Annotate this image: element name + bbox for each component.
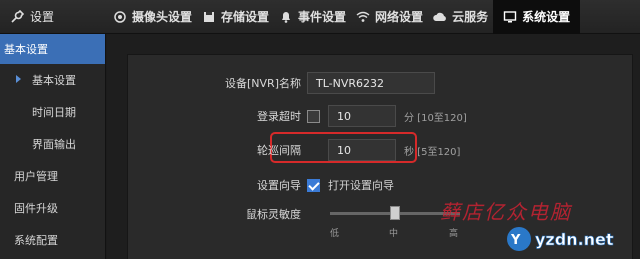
login-timeout-hint: 分 [10至120] xyxy=(404,112,467,124)
login-timeout-input[interactable]: 10 xyxy=(328,105,396,127)
sensitivity-slider-thumb[interactable] xyxy=(390,206,400,220)
login-timeout-row: 登录超时 10 分 [10至120] xyxy=(207,105,467,127)
svg-text:Y: Y xyxy=(510,233,521,248)
brand-label: 设置 xyxy=(30,10,55,24)
slider-tick-low: 低 xyxy=(330,229,340,239)
sidebar-item-label: 界面输出 xyxy=(32,138,76,151)
monitor-icon xyxy=(503,10,517,24)
watermark-text: 藓店亿众电脑 xyxy=(440,200,572,224)
mouse-sensitivity-label: 鼠标灵敏度 xyxy=(246,208,301,221)
patrol-interval-input[interactable]: 10 xyxy=(328,139,396,161)
caret-right-icon xyxy=(16,75,21,83)
patrol-interval-row: 轮巡间隔 10 秒 [5至120] xyxy=(207,139,460,161)
floppy-icon xyxy=(202,10,216,24)
wifi-icon xyxy=(356,10,370,24)
device-name-label: 设备[NVR]名称 xyxy=(225,77,301,90)
patrol-interval-hint: 秒 [5至120] xyxy=(404,146,461,158)
tab-label: 网络设置 xyxy=(375,10,424,24)
sidebar-item-label: 基本设置 xyxy=(32,74,76,87)
tab-event-settings[interactable]: 事件设置 xyxy=(274,0,351,34)
sidebar-item-user-management[interactable]: 用户管理 xyxy=(0,160,105,192)
tab-storage-settings[interactable]: 存储设置 xyxy=(197,0,274,34)
device-name-row: 设备[NVR]名称 TL-NVR6232 xyxy=(207,72,435,94)
sidebar-item-basic-settings[interactable]: 基本设置 xyxy=(0,64,105,96)
sidebar-item-label: 固件升级 xyxy=(14,202,58,215)
login-timeout-label: 登录超时 xyxy=(257,110,301,123)
tab-label: 系统设置 xyxy=(522,10,571,24)
login-timeout-checkbox[interactable] xyxy=(307,109,320,123)
sidebar-item-label: 用户管理 xyxy=(14,170,58,183)
wizard-row: 设置向导 打开设置向导 xyxy=(207,177,394,193)
top-nav-bar: 设置 摄像头设置 存储设置 事件设置 网络设置 云服务 系统设置 xyxy=(0,0,640,34)
cloud-icon xyxy=(433,10,447,24)
sidebar-item-label: 时间日期 xyxy=(32,106,76,119)
wizard-checkbox[interactable] xyxy=(307,178,320,192)
tab-label: 存储设置 xyxy=(221,10,270,24)
bell-icon xyxy=(279,10,293,24)
watermark-logo: Y yzdn.net xyxy=(505,224,635,254)
settings-brand: 设置 xyxy=(0,0,108,34)
wrench-icon xyxy=(10,9,24,24)
wizard-label: 设置向导 xyxy=(257,179,301,192)
sidebar-item-label: 系统配置 xyxy=(14,234,58,247)
wizard-checkbox-label: 打开设置向导 xyxy=(328,179,394,192)
camera-icon xyxy=(113,10,127,24)
sidebar-item-system-config[interactable]: 系统配置 xyxy=(0,224,105,256)
tab-system-settings[interactable]: 系统设置 xyxy=(493,0,581,34)
sidebar: 基本设置 基本设置 时间日期 界面输出 用户管理 固件升级 系统配置 xyxy=(0,34,106,259)
watermark-subtext: yzdn.net xyxy=(535,230,614,249)
slider-tick-high: 高 xyxy=(449,229,459,239)
tab-label: 摄像头设置 xyxy=(132,10,193,24)
tab-label: 事件设置 xyxy=(298,10,347,24)
tab-network-settings[interactable]: 网络设置 xyxy=(351,0,428,34)
tab-camera-settings[interactable]: 摄像头设置 xyxy=(108,0,197,34)
slider-tick-mid: 中 xyxy=(389,229,399,239)
device-name-input[interactable]: TL-NVR6232 xyxy=(307,72,435,94)
tab-cloud-service[interactable]: 云服务 xyxy=(428,0,493,34)
sidebar-item-display-output[interactable]: 界面输出 xyxy=(0,128,105,160)
mouse-sensitivity-row: 鼠标灵敏度 xyxy=(207,206,307,222)
sidebar-item-time-date[interactable]: 时间日期 xyxy=(0,96,105,128)
sidebar-item-firmware-upgrade[interactable]: 固件升级 xyxy=(0,192,105,224)
sidebar-header-basic-settings[interactable]: 基本设置 xyxy=(0,34,105,64)
tab-label: 云服务 xyxy=(452,10,489,24)
patrol-interval-label: 轮巡间隔 xyxy=(257,144,301,157)
